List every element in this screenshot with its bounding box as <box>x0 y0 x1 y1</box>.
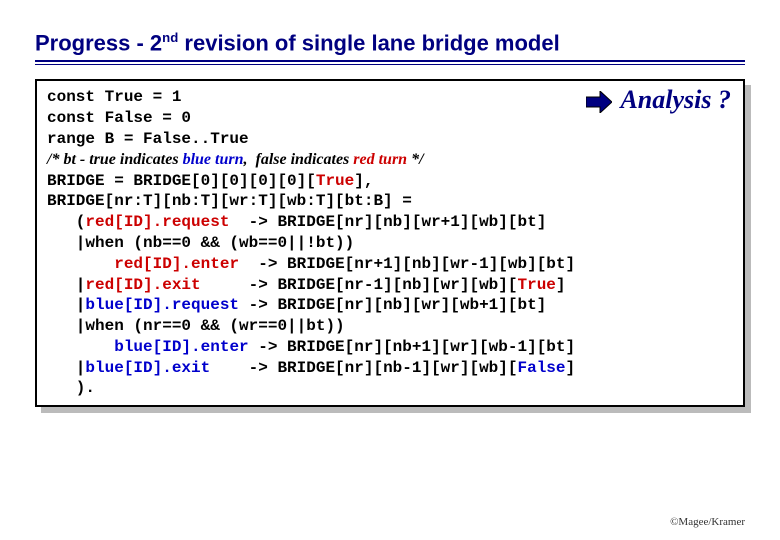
t: red[ID].request <box>85 213 229 231</box>
title-rule <box>35 60 745 65</box>
t: - true indicates <box>76 151 183 168</box>
code-content: const True = 1 const False = 0 range B =… <box>35 79 745 407</box>
title-post: revision of single lane bridge model <box>178 30 559 55</box>
t: -> BRIDGE[nr][nb][wr+1][wb][bt] <box>229 213 546 231</box>
t <box>47 255 114 273</box>
code-line: |when (nb==0 && (wb==0||!bt)) <box>47 234 354 252</box>
t: red[ID].exit <box>85 276 200 294</box>
code-line: |when (nr==0 && (wr==0||bt)) <box>47 317 345 335</box>
code-line: (red[ID].request -> BRIDGE[nr][nb][wr+1]… <box>47 213 546 231</box>
t: | <box>47 276 85 294</box>
t: ], <box>354 172 373 190</box>
t: blue[ID].enter <box>114 338 248 356</box>
t: red turn <box>353 151 407 168</box>
arrow-icon <box>586 91 612 113</box>
code-line: |blue[ID].exit -> BRIDGE[nr][nb-1][wr][w… <box>47 359 575 377</box>
title-sup: nd <box>162 30 178 45</box>
code-line: const False = 0 <box>47 109 191 127</box>
t: True <box>517 276 555 294</box>
t: blue[ID].request <box>85 296 239 314</box>
t: blue[ID].exit <box>85 359 210 377</box>
code-line: const True = 1 <box>47 88 181 106</box>
t: -> BRIDGE[nr-1][nb][wr][wb][ <box>201 276 518 294</box>
code-line: range B = False..True <box>47 130 249 148</box>
t: ( <box>47 213 85 231</box>
t: ] <box>566 359 576 377</box>
t: -> BRIDGE[nr][nb][wr][wb+1][bt] <box>239 296 546 314</box>
title-pre: Progress - 2 <box>35 30 162 55</box>
t: blue turn <box>183 151 244 168</box>
analysis-label: Analysis ? <box>620 85 731 114</box>
t: -> BRIDGE[nr][nb-1][wr][wb][ <box>210 359 517 377</box>
t: BRIDGE = BRIDGE[0][0][0][0][ <box>47 172 316 190</box>
code-line: BRIDGE = BRIDGE[0][0][0][0][True], <box>47 172 373 190</box>
t: ] <box>556 276 566 294</box>
t <box>47 338 114 356</box>
slide-title: Progress - 2nd revision of single lane b… <box>35 30 745 60</box>
t: red[ID].enter <box>114 255 239 273</box>
t: , false indicates <box>244 151 354 168</box>
t: -> BRIDGE[nr+1][nb][wr-1][wb][bt] <box>239 255 575 273</box>
code-line: blue[ID].enter -> BRIDGE[nr][nb+1][wr][w… <box>47 338 575 356</box>
code-line: |blue[ID].request -> BRIDGE[nr][nb][wr][… <box>47 296 546 314</box>
copyright-footer: ©Magee/Kramer <box>670 516 745 528</box>
t: /* <box>47 151 63 168</box>
t: bt <box>63 151 75 168</box>
code-line: red[ID].enter -> BRIDGE[nr+1][nb][wr-1][… <box>47 255 575 273</box>
t: | <box>47 359 85 377</box>
code-comment: /* bt - true indicates blue turn, false … <box>47 151 424 168</box>
analysis-callout: Analysis ? <box>586 85 731 115</box>
t: True <box>316 172 354 190</box>
t: -> BRIDGE[nr][nb+1][wr][wb-1][bt] <box>249 338 575 356</box>
t: | <box>47 296 85 314</box>
code-box: Analysis ? const True = 1 const False = … <box>35 79 745 407</box>
t: */ <box>407 151 423 168</box>
slide: Progress - 2nd revision of single lane b… <box>0 0 780 540</box>
code-line: |red[ID].exit -> BRIDGE[nr-1][nb][wr][wb… <box>47 276 566 294</box>
t: False <box>517 359 565 377</box>
code-line: BRIDGE[nr:T][nb:T][wr:T][wb:T][bt:B] = <box>47 192 412 210</box>
code-line: ). <box>47 379 95 397</box>
